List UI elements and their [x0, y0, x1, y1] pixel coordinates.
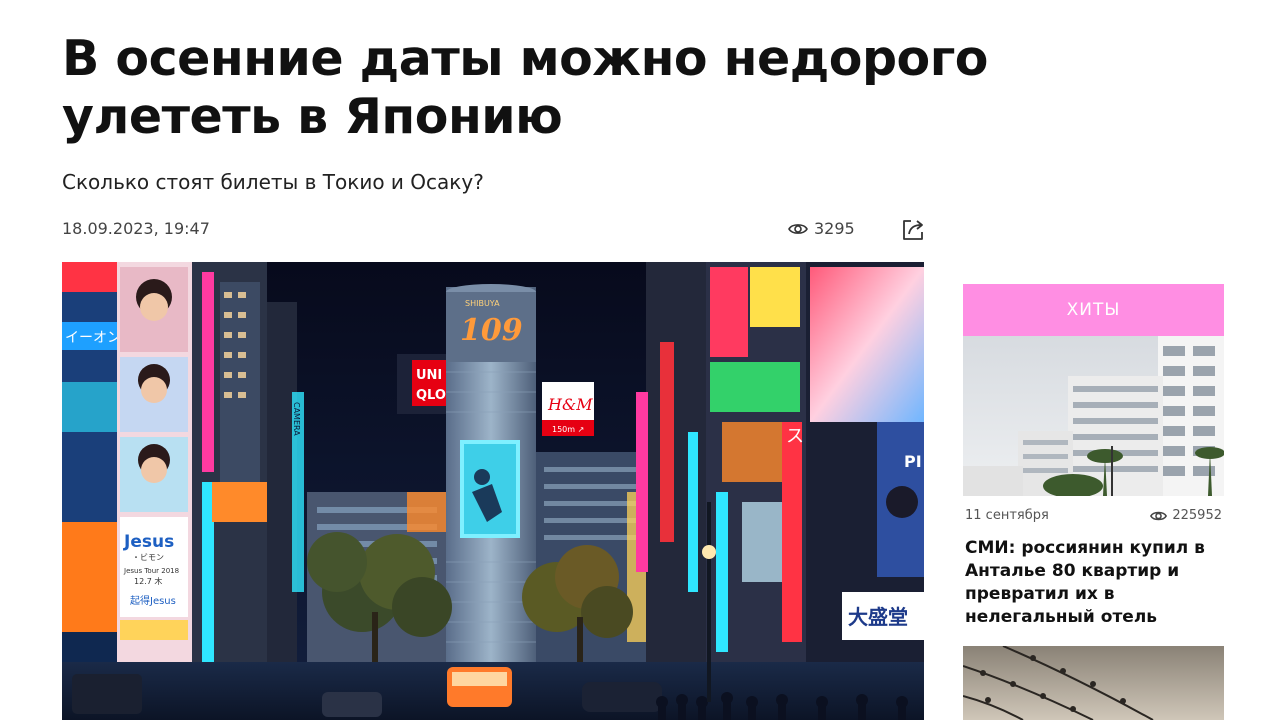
- sign-tower-number: 109: [460, 313, 523, 348]
- card-title-link[interactable]: СМИ: россиянин купил в Анталье 80 кварти…: [963, 523, 1224, 629]
- sign-jesus-sub3: 12.7 木: [134, 576, 162, 586]
- card-image-2[interactable]: [963, 646, 1224, 720]
- share-button[interactable]: [900, 217, 926, 243]
- sign-jesus-sub2: Jesus Tour 2018: [123, 567, 179, 575]
- sign-uniqlo-1: UNI: [416, 368, 442, 383]
- card-meta: 11 сентября 225952: [963, 496, 1224, 523]
- hits-header: ХИТЫ: [963, 284, 1224, 336]
- eye-icon: [788, 223, 808, 234]
- card-date: 11 сентября: [965, 508, 1049, 523]
- eye-icon: [1150, 511, 1168, 520]
- sign-tower: SHIBUYA: [465, 299, 500, 308]
- view-count: 3295: [814, 219, 855, 238]
- sign-kanji-right: ス: [786, 426, 804, 447]
- hero-image: イーオン Jesus ・ビモン Jesus Tour 2018 12.7 木 起…: [62, 262, 924, 720]
- sign-uniqlo-2: QLO: [416, 388, 446, 403]
- card-view-counter: 225952: [1150, 508, 1222, 523]
- article-title: В осенние даты можно недорого улететь в …: [62, 30, 988, 145]
- card-image[interactable]: [963, 336, 1224, 496]
- sign-hm: H&M: [547, 395, 593, 414]
- view-counter: 3295: [788, 219, 855, 238]
- sign-camera: CAMERA: [292, 402, 301, 436]
- sign-daiseido: 大盛堂: [848, 605, 908, 629]
- share-icon: [903, 220, 923, 240]
- sign-jesus-sub4: 起得Jesus: [130, 595, 176, 607]
- sign-jesus-sub1: ・ビモン: [132, 553, 164, 562]
- sign-left-banner: イーオン: [65, 330, 121, 346]
- sidebar-hits: ХИТЫ 11 сентября 225952 СМИ: россиянин к…: [963, 284, 1224, 629]
- sign-pi: PI: [904, 452, 922, 471]
- sign-hm-sub: 150m ↗: [552, 425, 584, 434]
- publish-date: 18.09.2023, 19:47: [62, 219, 210, 238]
- article-subtitle: Сколько стоят билеты в Токио и Осаку?: [62, 170, 484, 194]
- card-view-count: 225952: [1172, 508, 1222, 523]
- sign-jesus: Jesus: [123, 532, 174, 552]
